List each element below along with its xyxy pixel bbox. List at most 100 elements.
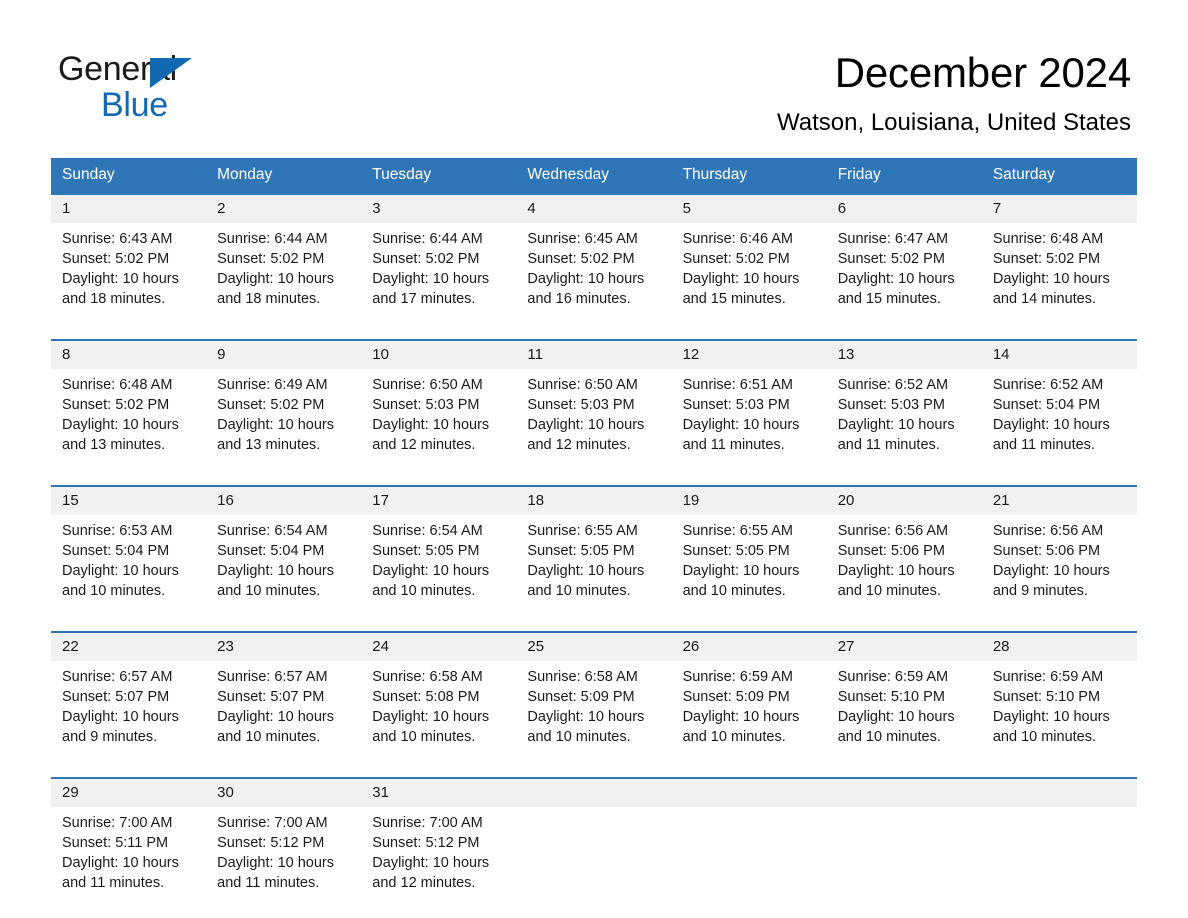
day-cell[interactable]: Sunrise: 7:00 AM Sunset: 5:11 PM Daylight:… [51,807,207,911]
day-cell[interactable]: Sunrise: 6:44 AM Sunset: 5:02 PM Daylight:… [206,223,362,327]
day-cell[interactable]: Sunrise: 6:46 AM Sunset: 5:02 PM Daylight:… [671,223,827,327]
day-cell[interactable]: Sunrise: 6:58 AM Sunset: 5:08 PM Daylight:… [361,661,517,765]
sunset-text: Sunset: 5:07 PM [62,689,170,705]
day-cell[interactable]: Sunrise: 6:48 AM Sunset: 5:02 PM Daylight:… [51,369,207,473]
day-number-cell[interactable]: 28 [981,631,1137,661]
day-number-cell[interactable]: 5 [671,193,827,223]
day-cell[interactable]: Sunrise: 6:56 AM Sunset: 5:06 PM Daylight:… [826,515,982,619]
day-number-cell[interactable]: 13 [826,339,982,369]
day-number-cell-empty [826,777,982,807]
day-number-cell[interactable]: 27 [826,631,982,661]
day-cell[interactable]: Sunrise: 7:00 AM Sunset: 5:12 PM Daylight:… [206,807,362,911]
sunrise-text: Sunrise: 6:51 AM [682,377,793,393]
day-number-cell[interactable]: 11 [516,339,672,369]
title-block: December 2024 Watson, Louisiana, United … [777,48,1131,138]
day-number-cell[interactable]: 18 [516,485,672,515]
daylight-text: Daylight: 10 hours and 14 minutes. [992,271,1110,307]
day-cell[interactable]: Sunrise: 6:53 AM Sunset: 5:04 PM Daylight:… [51,515,207,619]
day-cell[interactable]: Sunrise: 6:59 AM Sunset: 5:10 PM Daylight:… [826,661,982,765]
day-cell[interactable]: Sunrise: 6:43 AM Sunset: 5:02 PM Daylight:… [51,223,207,327]
day-number-cell[interactable]: 9 [206,339,362,369]
day-cell[interactable]: Sunrise: 6:52 AM Sunset: 5:04 PM Daylight:… [981,369,1137,473]
sunrise-text: Sunrise: 6:57 AM [62,669,173,685]
day-number-cell[interactable]: 7 [981,193,1137,223]
day-detail-row: Sunrise: 6:57 AM Sunset: 5:07 PM Daylight:… [51,661,1137,765]
sunset-text: Sunset: 5:04 PM [217,543,325,559]
day-cell[interactable]: Sunrise: 6:58 AM Sunset: 5:09 PM Daylight:… [516,661,672,765]
day-number-cell[interactable]: 1 [51,193,207,223]
week-separator-cell [826,619,982,632]
day-number-cell[interactable]: 26 [671,631,827,661]
day-number-cell[interactable]: 4 [516,193,672,223]
day-cell[interactable]: Sunrise: 6:57 AM Sunset: 5:07 PM Daylight:… [206,661,362,765]
day-number-cell[interactable]: 12 [671,339,827,369]
week-separator-cell [361,327,517,340]
day-number-cell-empty [516,777,672,807]
day-number-cell[interactable]: 6 [826,193,982,223]
calendar-page: General Blue December 2024 Watson, Louis… [0,0,1188,918]
day-cell[interactable]: Sunrise: 6:54 AM Sunset: 5:04 PM Daylight:… [206,515,362,619]
week-separator-cell [671,765,827,778]
daylight-text: Daylight: 10 hours and 18 minutes. [217,271,335,307]
week-separator-cell [361,765,517,778]
day-cell[interactable]: Sunrise: 6:52 AM Sunset: 5:03 PM Daylight:… [826,369,982,473]
week-separator-cell [671,327,827,340]
day-number-cell[interactable]: 15 [51,485,207,515]
day-number-cell[interactable]: 17 [361,485,517,515]
day-number-cell[interactable]: 10 [361,339,517,369]
day-number-cell-empty [981,777,1137,807]
day-cell[interactable]: Sunrise: 6:55 AM Sunset: 5:05 PM Daylight:… [516,515,672,619]
sunrise-text: Sunrise: 6:49 AM [217,377,328,393]
day-number-cell[interactable]: 24 [361,631,517,661]
weekday-header-tuesday: Tuesday [361,158,517,194]
day-number-cell[interactable]: 20 [826,485,982,515]
day-number-cell[interactable]: 30 [206,777,362,807]
sunset-text: Sunset: 5:03 PM [837,397,945,413]
day-number-cell[interactable]: 21 [981,485,1137,515]
day-cell[interactable]: Sunrise: 6:44 AM Sunset: 5:02 PM Daylight:… [361,223,517,327]
day-number: 24 [372,638,389,655]
day-cell[interactable]: Sunrise: 6:55 AM Sunset: 5:05 PM Daylight:… [671,515,827,619]
day-number-cell[interactable]: 2 [206,193,362,223]
daylight-text: Daylight: 10 hours and 10 minutes. [217,563,335,599]
week-separator-cell [671,473,827,486]
sunset-text: Sunset: 5:02 PM [837,251,945,267]
day-number-row: 8 9 10 11 12 13 14 [51,339,1137,369]
day-cell[interactable]: Sunrise: 6:49 AM Sunset: 5:02 PM Daylight:… [206,369,362,473]
day-cell[interactable]: Sunrise: 6:56 AM Sunset: 5:06 PM Daylight:… [981,515,1137,619]
day-number-cell[interactable]: 14 [981,339,1137,369]
daylight-text: Daylight: 10 hours and 12 minutes. [527,417,645,453]
week-separator-cell [516,473,672,486]
day-cell[interactable]: Sunrise: 6:50 AM Sunset: 5:03 PM Daylight:… [361,369,517,473]
day-number-cell[interactable]: 31 [361,777,517,807]
day-cell[interactable]: Sunrise: 7:00 AM Sunset: 5:12 PM Daylight:… [361,807,517,911]
day-cell[interactable]: Sunrise: 6:54 AM Sunset: 5:05 PM Daylight:… [361,515,517,619]
day-cell[interactable]: Sunrise: 6:47 AM Sunset: 5:02 PM Daylight:… [826,223,982,327]
day-number-cell[interactable]: 25 [516,631,672,661]
day-cell[interactable]: Sunrise: 6:50 AM Sunset: 5:03 PM Daylight:… [516,369,672,473]
sunrise-text: Sunrise: 6:52 AM [992,377,1104,393]
day-cell[interactable]: Sunrise: 6:59 AM Sunset: 5:09 PM Daylight:… [671,661,827,765]
daylight-text: Daylight: 10 hours and 10 minutes. [837,563,955,599]
day-cell[interactable]: Sunrise: 6:59 AM Sunset: 5:10 PM Daylight:… [981,661,1137,765]
day-number: 2 [217,200,226,217]
day-number-cell[interactable]: 8 [51,339,207,369]
day-cell[interactable]: Sunrise: 6:57 AM Sunset: 5:07 PM Daylight:… [51,661,207,765]
sunset-text: Sunset: 5:06 PM [992,543,1101,559]
day-number: 10 [372,346,389,363]
page-title: December 2024 [834,49,1131,96]
sunrise-text: Sunrise: 6:54 AM [217,523,328,539]
day-cell[interactable]: Sunrise: 6:45 AM Sunset: 5:02 PM Daylight:… [516,223,672,327]
sunrise-text: Sunrise: 7:00 AM [62,815,173,831]
day-number-cell[interactable]: 29 [51,777,207,807]
day-cell[interactable]: Sunrise: 6:51 AM Sunset: 5:03 PM Daylight:… [671,369,827,473]
day-cell-empty [981,807,1137,911]
day-number-cell[interactable]: 19 [671,485,827,515]
day-number-cell[interactable]: 22 [51,631,207,661]
day-number-cell[interactable]: 23 [206,631,362,661]
day-number-cell[interactable]: 3 [361,193,517,223]
logo-text-blue: Blue [101,86,168,124]
day-number-cell[interactable]: 16 [206,485,362,515]
day-cell[interactable]: Sunrise: 6:48 AM Sunset: 5:02 PM Daylight:… [981,223,1137,327]
day-number: 17 [372,492,389,509]
